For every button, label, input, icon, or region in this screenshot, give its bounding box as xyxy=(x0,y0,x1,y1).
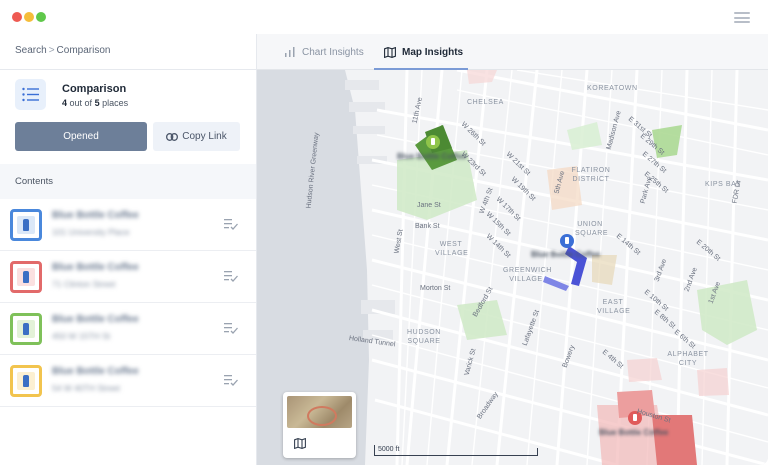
total-count: 5 xyxy=(94,98,100,108)
map-icon[interactable] xyxy=(289,432,311,454)
list-check-icon[interactable] xyxy=(224,322,238,334)
district-label: GREENWICH VILLAGE xyxy=(503,267,552,283)
map-pin-blue[interactable] xyxy=(560,234,574,248)
map-pin-label: Blue Bottle Coffee xyxy=(531,250,601,259)
tab-chart-insights[interactable]: Chart Insights xyxy=(285,34,364,70)
district-label: UNION SQUARE xyxy=(575,221,609,237)
map-canvas[interactable]: KOREATOWN CHELSEA FLATIRON DISTRICT UNIO… xyxy=(257,70,768,465)
coffee-bottle-icon xyxy=(23,375,29,387)
list-icon xyxy=(15,79,46,110)
map-icon xyxy=(384,46,396,58)
breadcrumb: Search > Comparison xyxy=(15,45,110,56)
minimize-window-button[interactable] xyxy=(24,12,34,22)
app-window: Search > Comparison Comparison 4 out of 5 … xyxy=(0,0,768,465)
district-label: FLATIRON DISTRICT xyxy=(571,167,611,183)
place-address: 450 W 15TH St xyxy=(52,331,111,341)
street-label: Jane St xyxy=(417,202,441,209)
place-thumbnail xyxy=(10,209,42,241)
list-check-icon[interactable] xyxy=(224,374,238,386)
copy-link-button[interactable]: Copy Link xyxy=(153,122,240,151)
district-label: EAST VILLAGE xyxy=(597,299,631,315)
hamburger-icon[interactable] xyxy=(734,12,750,23)
selected-count: 4 xyxy=(62,98,68,108)
street-label: Bank St xyxy=(415,223,440,230)
title-bar xyxy=(0,0,768,34)
place-name: Blue Bottle Coffee xyxy=(52,366,139,377)
place-list: Blue Bottle Coffee 101 University Place … xyxy=(0,199,256,407)
comparison-title: Comparison xyxy=(62,83,127,95)
coffee-bottle-icon xyxy=(23,219,29,231)
district-label: HUDSON SQUARE xyxy=(407,329,441,345)
place-name: Blue Bottle Coffee xyxy=(52,314,139,325)
tab-chart-label: Chart Insights xyxy=(302,46,364,58)
district-label: CHELSEA xyxy=(467,99,504,106)
scale-label: 5000 ft xyxy=(378,446,400,453)
link-icon xyxy=(166,132,179,141)
place-thumbnail xyxy=(10,261,42,293)
breadcrumb-current: Comparison xyxy=(56,45,111,56)
district-label: WEST VILLAGE xyxy=(435,241,469,257)
sidebar-divider xyxy=(0,69,256,70)
coffee-bottle-icon xyxy=(23,271,29,283)
district-label: KOREATOWN xyxy=(587,85,638,92)
place-address: 101 University Place xyxy=(52,227,130,237)
list-check-icon[interactable] xyxy=(224,218,238,230)
place-name: Blue Bottle Coffee xyxy=(52,210,139,221)
street-label: Morton St xyxy=(420,285,451,292)
coffee-bottle-icon xyxy=(23,323,29,335)
breadcrumb-search[interactable]: Search xyxy=(15,45,47,56)
list-item[interactable]: Blue Bottle Coffee 54 W 40TH Street xyxy=(0,355,256,407)
list-item[interactable]: Blue Bottle Coffee 101 University Place xyxy=(0,199,256,251)
map-pin-label: Blue Bottle Coffee xyxy=(397,152,467,161)
place-thumbnail xyxy=(10,365,42,397)
breadcrumb-separator: > xyxy=(48,45,55,56)
opened-button[interactable]: Opened xyxy=(15,122,147,151)
comparison-count: 4 out of 5 places xyxy=(62,98,128,108)
place-address: 71 Clinton Street xyxy=(52,279,116,289)
minimap-toggle[interactable] xyxy=(283,392,356,458)
bar-chart-icon xyxy=(285,47,295,57)
map-pin-green[interactable] xyxy=(426,135,440,149)
close-window-button[interactable] xyxy=(12,12,22,22)
satellite-preview xyxy=(287,396,352,428)
count-connector: out of xyxy=(69,98,93,108)
sidebar: Search > Comparison Comparison 4 out of 5 … xyxy=(0,34,257,465)
tab-map-insights[interactable]: Map Insights xyxy=(374,34,473,70)
place-name: Blue Bottle Coffee xyxy=(52,262,139,273)
maximize-window-button[interactable] xyxy=(36,12,46,22)
list-check-icon[interactable] xyxy=(224,270,238,282)
contents-header: Contents xyxy=(0,164,256,199)
count-unit: places xyxy=(102,98,129,108)
map-pin-label: Blue Bottle Coffee xyxy=(599,428,669,437)
tab-map-label: Map Insights xyxy=(402,46,464,58)
list-item[interactable]: Blue Bottle Coffee 71 Clinton Street xyxy=(0,251,256,303)
contents-label: Contents xyxy=(15,176,54,187)
copy-link-label: Copy Link xyxy=(182,131,227,142)
district-label: ALPHABET CITY xyxy=(667,351,709,367)
list-item[interactable]: Blue Bottle Coffee 450 W 15TH St xyxy=(0,303,256,355)
map-scale: 5000 ft xyxy=(374,445,538,456)
main-panel: Chart Insights Map Insights KOREATOWN CH… xyxy=(257,34,768,465)
place-address: 54 W 40TH Street xyxy=(52,383,121,393)
place-thumbnail xyxy=(10,313,42,345)
tab-bar: Chart Insights Map Insights xyxy=(257,34,768,70)
